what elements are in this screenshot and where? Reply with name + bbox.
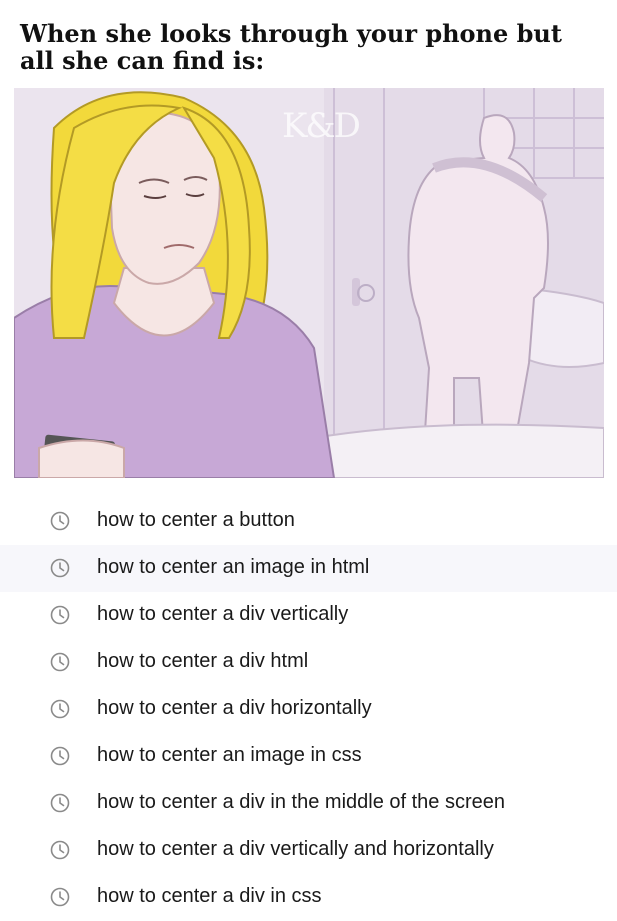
history-item-text: how to center a div in css bbox=[97, 885, 322, 907]
history-item[interactable]: how to center an image in css bbox=[0, 733, 617, 780]
meme: When she looks through your phone but al… bbox=[0, 0, 617, 916]
history-clock-icon bbox=[50, 840, 70, 860]
meme-caption: When she looks through your phone but al… bbox=[20, 19, 562, 75]
history-item-text: how to center a div horizontally bbox=[97, 697, 372, 719]
history-clock-icon bbox=[50, 699, 70, 719]
history-item-text: how to center a div vertically and horiz… bbox=[97, 838, 494, 860]
history-item-text: how to center a div html bbox=[97, 650, 309, 672]
search-history-list: how to center a button how to center an … bbox=[0, 498, 617, 921]
history-item-text: how to center a div vertically bbox=[97, 603, 349, 625]
illustration-svg bbox=[14, 88, 604, 478]
history-item[interactable]: how to center a button bbox=[0, 498, 617, 545]
history-item[interactable]: how to center a div html bbox=[0, 639, 617, 686]
history-item[interactable]: how to center a div vertically and horiz… bbox=[0, 827, 617, 874]
meme-illustration: K&D bbox=[14, 88, 604, 478]
history-item[interactable]: how to center a div in css bbox=[0, 874, 617, 921]
history-clock-icon bbox=[50, 511, 70, 531]
history-clock-icon bbox=[50, 652, 70, 672]
history-clock-icon bbox=[50, 558, 70, 578]
history-item[interactable]: how to center a div vertically bbox=[0, 592, 617, 639]
history-item-text: how to center an image in html bbox=[97, 556, 370, 578]
history-item-text: how to center a div in the middle of the… bbox=[97, 791, 506, 813]
history-clock-icon bbox=[50, 793, 70, 813]
history-clock-icon bbox=[50, 605, 70, 625]
history-item[interactable]: how to center a div in the middle of the… bbox=[0, 780, 617, 827]
history-item-text: how to center an image in css bbox=[97, 744, 362, 766]
watermark-logo: K&D bbox=[282, 106, 361, 146]
history-item-text: how to center a button bbox=[97, 509, 295, 531]
history-item[interactable]: how to center a div horizontally bbox=[0, 686, 617, 733]
history-clock-icon bbox=[50, 746, 70, 766]
history-item[interactable]: how to center an image in html bbox=[0, 545, 617, 592]
history-clock-icon bbox=[50, 887, 70, 907]
